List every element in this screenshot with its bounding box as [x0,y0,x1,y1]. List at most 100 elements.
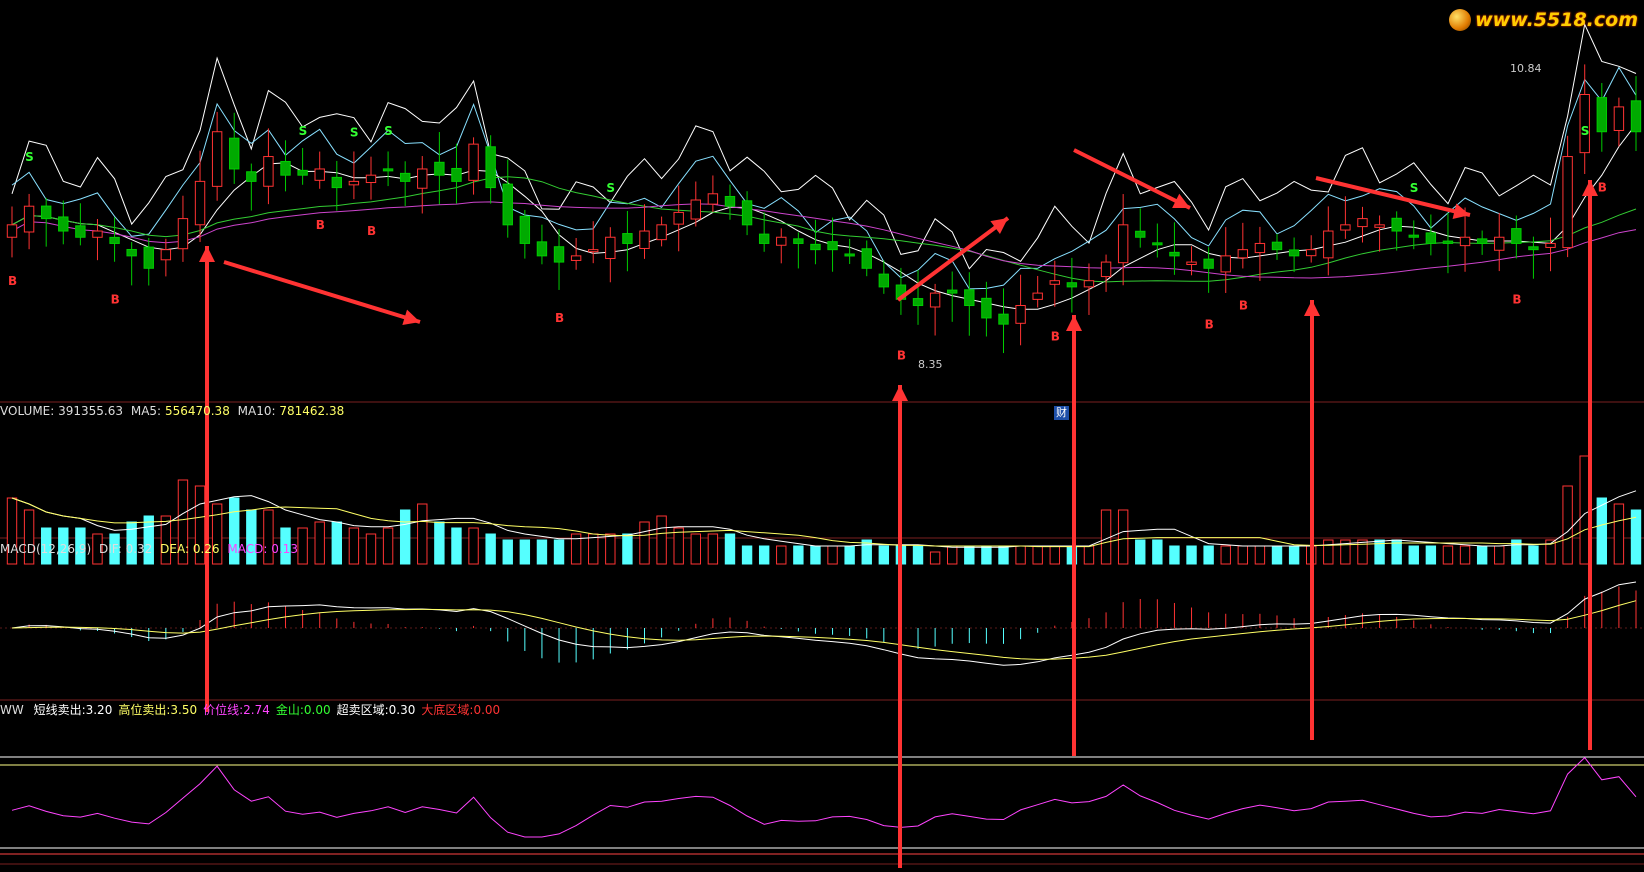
volume-bar [502,539,513,565]
volume-bar [399,509,411,565]
volume-bar [622,533,633,565]
macd-macd-label: MACD: [227,542,268,556]
candle-body [246,171,257,182]
candle-body [1015,305,1026,324]
candle-body [143,246,154,269]
volume-bar [998,545,1009,565]
volume-bar [1083,545,1095,565]
volume-bar [947,545,958,565]
candle-body [1220,255,1231,273]
candle-body [1100,261,1112,278]
volume-bar [1152,539,1163,565]
volume-bar [1476,545,1488,565]
arrow-down-trend [223,260,421,324]
candle-body [6,224,18,238]
candle-body [690,199,701,220]
candle-body [365,174,377,184]
volume-bar [1032,545,1043,565]
volume-bar [519,539,531,565]
arrow-up-head [892,385,908,401]
candle-body [1117,224,1129,264]
macd-dif-value: 0.32 [125,542,153,556]
volume-bar [365,533,377,565]
volume-bar [1117,509,1129,565]
candle-body [1374,224,1385,228]
volume-ma10-label: MA10: [237,404,276,418]
volume-name: VOLUME: [0,404,55,418]
indicator-item-value: 0.30 [388,703,416,717]
candle-body [451,167,462,182]
candle-body [58,216,69,232]
candle-body [1596,97,1608,133]
volume-bar [417,503,428,565]
candle-body [1528,246,1539,251]
candle-body [263,156,274,187]
volume-bar [1528,545,1539,565]
sell-signal: S [1581,124,1590,138]
volume-bar [160,515,172,565]
candle-body [776,236,787,246]
macd-macd-value: 0.13 [271,542,298,556]
volume-bar [981,545,992,565]
volume-bar [844,545,855,565]
candle-body [314,168,325,181]
candle-body [878,273,890,288]
candle-body [1305,249,1317,257]
volume-bar [878,545,890,565]
candle-body [1630,100,1642,133]
volume-bar [348,527,360,565]
volume-bar [143,515,154,565]
arrow-up-head [199,246,215,262]
volume-bar [1015,545,1026,565]
volume-bar [1049,545,1060,565]
volume-bar [331,521,343,565]
sell-signal: S [350,125,359,139]
arrow-down-trend [1073,148,1191,210]
candle-body [998,313,1009,325]
candle-body [964,289,975,307]
indicator-item-value: 0.00 [473,703,501,717]
volume-bar [929,551,941,565]
sell-signal: S [25,150,34,164]
volume-bar [1442,545,1454,565]
candle-body [1323,230,1334,259]
buy-signal: B [1051,330,1060,344]
volume-bar [912,545,924,565]
buy-signal: B [316,218,325,232]
volume-bar [1135,539,1146,565]
volume-bar [827,545,838,565]
watermark-logo: www.5518.com [1449,6,1638,34]
volume-value: 391355.63 [58,404,124,418]
finance-marker[interactable]: 财 [1054,406,1069,420]
candle-body [1476,238,1488,244]
candle-body [810,243,821,251]
arrow-up-head [1582,180,1598,196]
macd-dif-line [11,581,1637,666]
volume-ma5-label: MA5: [130,404,162,418]
chart-canvas[interactable]: B B B B B B B B B B B S S S S S S S [0,0,1644,868]
candle-body [1357,218,1368,228]
candle-body [177,218,189,250]
candle-body [605,236,616,260]
indicator-item-label: 大底区域: [421,703,474,717]
volume-bar [468,527,479,565]
stock-chart[interactable]: B B B B B B B B B B B S S S S S S S www.5518.com VOLUME: … [0,0,1644,868]
candle-body [1271,241,1283,251]
indicator-item-label: 高位卖出: [118,703,171,717]
volume-ma10-value: 781462.38 [279,404,345,418]
buy-signal: B [1239,299,1248,313]
volume-bar [536,539,548,565]
candle-body [485,146,496,189]
buy-signal: B [111,292,120,306]
candle-body [793,238,804,244]
buy-signal: B [367,224,376,238]
sell-signal: S [606,181,615,195]
volume-bar [793,545,804,565]
candle-body [656,224,667,241]
volume-bar [690,533,701,565]
candle-body [1049,280,1060,285]
candle-body [929,292,941,308]
candle-body [75,225,86,238]
volume-bar [1613,503,1625,565]
arrow-down-trend [1315,176,1471,217]
